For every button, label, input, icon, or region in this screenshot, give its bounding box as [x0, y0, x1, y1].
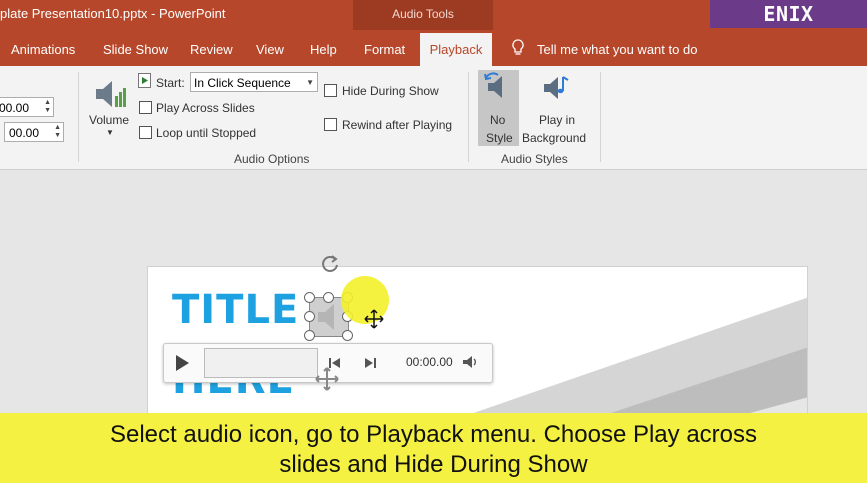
rewind-after-playing-label[interactable]: Rewind after Playing [342, 118, 452, 132]
tab-review[interactable]: Review [190, 42, 233, 57]
fade-in-spinner[interactable]: 00.00 ▲ ▼ [0, 97, 54, 117]
play-icon[interactable] [174, 354, 190, 377]
caption-line-1: Select audio icon, go to Playback menu. … [109, 421, 758, 448]
audio-tools-label: Audio Tools [392, 7, 454, 21]
start-label: Start: [156, 76, 185, 90]
move-handle-icon[interactable] [314, 366, 340, 392]
fade-out-value: 00.00 [9, 126, 40, 140]
caption-line-2: slides and Hide During Show [279, 451, 588, 478]
play-in-background-line2[interactable]: Background [522, 131, 586, 145]
play-in-background-line1[interactable]: Play in [539, 113, 575, 127]
audio-styles-group-label: Audio Styles [501, 152, 568, 166]
start-icon [138, 73, 152, 89]
no-style-label-line2: Style [486, 131, 513, 145]
resize-handle[interactable] [304, 292, 315, 303]
start-dropdown-value: In Click Sequence [194, 76, 291, 90]
tab-help[interactable]: Help [310, 42, 337, 57]
fade-in-value: 00.00 [0, 101, 30, 115]
tab-view[interactable]: View [256, 42, 284, 57]
resize-handle[interactable] [323, 292, 334, 303]
hide-during-show-checkbox[interactable] [324, 84, 337, 97]
volume-icon[interactable] [93, 76, 129, 112]
player-time: 00:00.00 [406, 355, 453, 369]
tab-slide-show[interactable]: Slide Show [103, 42, 168, 57]
tab-playback[interactable]: Playback [420, 33, 492, 66]
move-cursor-icon [364, 309, 384, 329]
tab-format[interactable]: Format [364, 42, 405, 57]
resize-handle[interactable] [304, 330, 315, 341]
no-style-label-line1: No [490, 113, 506, 127]
start-dropdown[interactable]: In Click Sequence ▼ [190, 72, 318, 92]
rewind-after-playing-checkbox[interactable] [324, 118, 337, 131]
play-across-slides-label[interactable]: Play Across Slides [156, 101, 255, 115]
tutorial-caption-band: Select audio icon, go to Playback menu. … [0, 413, 867, 483]
audio-options-group-label: Audio Options [234, 152, 310, 166]
fade-out-spinner[interactable]: 00.00 ▲ ▼ [4, 122, 64, 142]
speaker-icon[interactable] [462, 354, 478, 375]
chevron-down-icon[interactable]: ▼ [306, 73, 314, 93]
resize-handle[interactable] [304, 311, 315, 322]
volume-label[interactable]: Volume [89, 113, 129, 127]
watermark-logo: ENIX Tutorials [710, 0, 867, 54]
tab-animations[interactable]: Animations [11, 42, 75, 57]
spinner-arrows-icon[interactable]: ▲ ▼ [44, 99, 51, 115]
resize-handle[interactable] [342, 330, 353, 341]
loop-until-stopped-checkbox[interactable] [139, 126, 152, 139]
window-title: plate Presentation10.pptx - PowerPoint [0, 6, 226, 21]
slide-title[interactable]: TITLE [172, 287, 299, 333]
group-divider [468, 72, 469, 162]
play-across-slides-checkbox[interactable] [139, 101, 152, 114]
rotate-handle-icon[interactable] [319, 253, 341, 275]
lightbulb-icon [512, 39, 524, 62]
play-in-background-icon[interactable] [540, 73, 572, 105]
group-divider [78, 72, 79, 162]
skip-forward-icon[interactable] [364, 356, 376, 374]
chevron-down-icon[interactable]: ▼ [106, 128, 114, 137]
hide-during-show-label[interactable]: Hide During Show [342, 84, 439, 98]
loop-until-stopped-label[interactable]: Loop until Stopped [156, 126, 256, 140]
no-style-icon [484, 72, 512, 102]
tell-me-search[interactable]: Tell me what you want to do [537, 42, 697, 57]
progress-track[interactable] [204, 348, 318, 378]
spinner-arrows-icon[interactable]: ▲ ▼ [54, 124, 61, 140]
group-divider [600, 72, 601, 162]
